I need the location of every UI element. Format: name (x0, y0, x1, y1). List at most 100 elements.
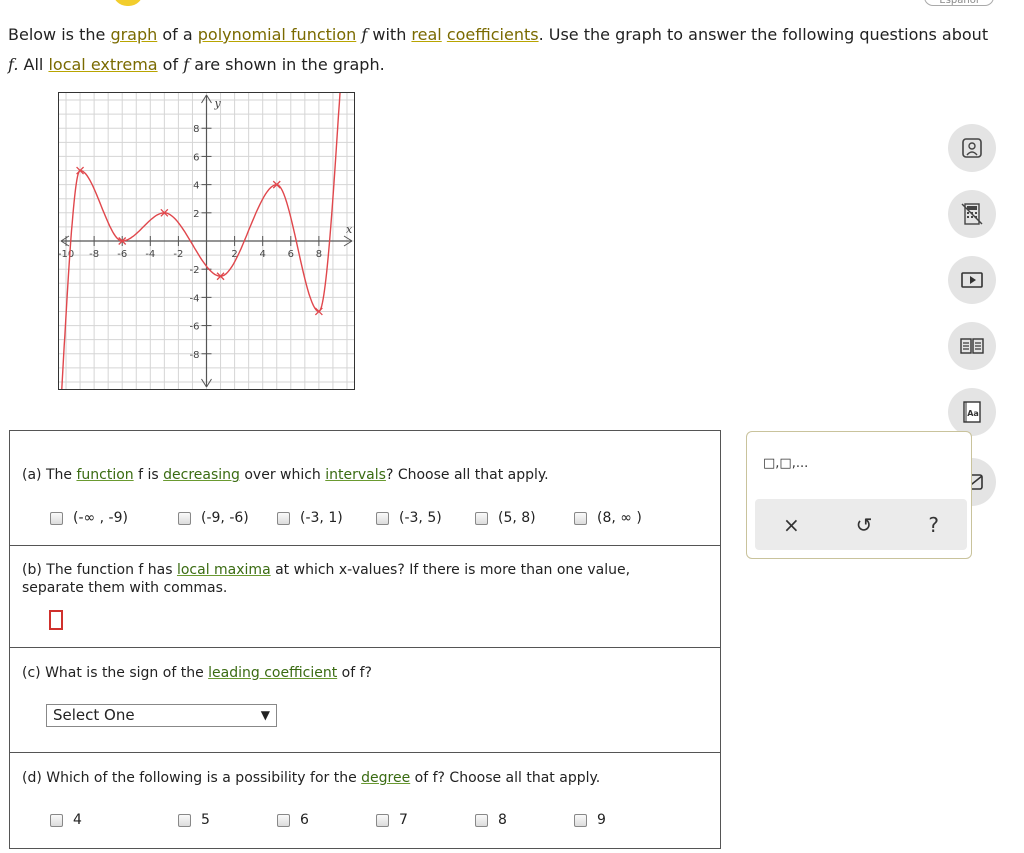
glossary-link-local-maxima[interactable]: local maxima (177, 562, 271, 578)
glossary-link-coefficients[interactable]: coefficients (447, 25, 539, 44)
checkbox[interactable] (277, 813, 290, 827)
option-a-4[interactable]: (-3, 5) (376, 510, 442, 526)
textbook-icon (960, 338, 984, 354)
interval-list-template-button[interactable]: □,□,... (763, 456, 808, 471)
option-label: (-9, -6) (201, 510, 249, 526)
glossary-link-real[interactable]: real (411, 25, 441, 44)
option-a-2[interactable]: (-9, -6) (178, 510, 249, 526)
glossary-link-local-extrema[interactable]: local extrema (48, 55, 157, 74)
glossary-link-polynomial-function[interactable]: polynomial function (198, 25, 357, 44)
option-a-5[interactable]: (5, 8) (475, 510, 536, 526)
select-value: Select One (53, 706, 135, 724)
undo-button[interactable]: ↺ (856, 513, 873, 537)
dropdown-arrow-icon[interactable]: ▼ (261, 705, 270, 726)
question-text: (d) Which of the following is a possibil… (22, 770, 362, 786)
language-toggle[interactable]: Español (924, 0, 994, 6)
glossary-button[interactable]: Aa (948, 388, 996, 436)
option-a-6[interactable]: (8, ∞ ) (574, 510, 642, 526)
questions-container: (a) The function f is decreasing over wh… (9, 430, 721, 849)
question-text: (c) What is the sign of the (22, 665, 209, 681)
question-c: (c) What is the sign of the leading coef… (10, 648, 720, 753)
glossary-link-leading-coefficient[interactable]: leading coefficient (208, 665, 337, 681)
checkbox[interactable] (277, 511, 290, 525)
checkbox[interactable] (376, 813, 389, 827)
y-tick-label: 8 (193, 124, 199, 135)
video-icon (961, 272, 983, 288)
y-tick-label: -8 (190, 350, 200, 361)
y-tick-label: 6 (193, 152, 199, 163)
checkbox[interactable] (178, 813, 191, 827)
checkbox[interactable] (178, 511, 191, 525)
glossary-link-function[interactable]: function (76, 467, 133, 483)
question-text: of f? Choose all that apply. (410, 770, 601, 786)
question-b: (b) The function f has local maxima at w… (10, 546, 720, 648)
prompt-text: All (18, 55, 49, 74)
question-text: (a) The (22, 467, 77, 483)
prompt-text: of (157, 55, 184, 74)
option-d-2[interactable]: 5 (178, 812, 210, 828)
prompt-text: of a (157, 25, 198, 44)
option-label: 4 (73, 812, 82, 828)
checkbox[interactable] (475, 511, 488, 525)
question-c-text: (c) What is the sign of the leading coef… (22, 664, 372, 682)
y-tick-label: 4 (193, 181, 199, 192)
option-label: (-∞ , -9) (73, 510, 128, 526)
option-a-3[interactable]: (-3, 1) (277, 510, 343, 526)
checkbox[interactable] (50, 511, 63, 525)
y-axis-label: y (214, 97, 222, 110)
help-me-solve-button[interactable] (948, 124, 996, 172)
question-text: of f? (337, 665, 372, 681)
help-button[interactable]: ? (928, 513, 939, 537)
graph-canvas: -10 -8 -6 -4 -2 2 4 6 88642-2-4-6-8xy (59, 93, 354, 389)
checkbox[interactable] (574, 813, 587, 827)
option-label: 5 (201, 812, 210, 828)
x-tick-label: -4 (145, 249, 155, 260)
option-label: (5, 8) (498, 510, 536, 526)
prompt-text: . Use the graph to answer the following … (538, 25, 989, 44)
glossary-link-degree[interactable]: degree (361, 770, 410, 786)
help-me-solve-icon (962, 138, 982, 158)
question-d: (d) Which of the following is a possibil… (10, 753, 720, 850)
option-label: (-3, 5) (399, 510, 442, 526)
question-d-text: (d) Which of the following is a possibil… (22, 769, 600, 787)
question-text: f is (133, 467, 164, 483)
leading-coefficient-select[interactable]: Select One ▼ (46, 704, 277, 727)
glossary-link-decreasing[interactable]: decreasing (163, 467, 240, 483)
checkbox[interactable] (574, 511, 587, 525)
option-label: 6 (300, 812, 309, 828)
prompt-text: with (367, 25, 412, 44)
option-a-1[interactable]: (-∞ , -9) (50, 510, 128, 526)
glossary-link-intervals[interactable]: intervals (325, 467, 386, 483)
video-button[interactable] (948, 256, 996, 304)
question-text: over which (239, 467, 326, 483)
question-a: (a) The function f is decreasing over wh… (10, 431, 720, 546)
x-tick-label: 6 (288, 249, 294, 260)
option-d-1[interactable]: 4 (50, 812, 82, 828)
option-d-6[interactable]: 9 (574, 812, 606, 828)
option-d-5[interactable]: 8 (475, 812, 507, 828)
question-a-text: (a) The function f is decreasing over wh… (22, 466, 549, 484)
y-tick-label: -2 (190, 265, 200, 276)
x-tick-label: -8 (89, 249, 99, 260)
x-tick-label: -6 (117, 249, 127, 260)
checkbox[interactable] (475, 813, 488, 827)
checkbox[interactable] (376, 511, 389, 525)
glossary-link-graph[interactable]: graph (110, 25, 157, 44)
calculator-button[interactable] (948, 190, 996, 238)
local-maxima-answer-input[interactable] (49, 610, 63, 630)
textbook-button[interactable] (948, 322, 996, 370)
function-symbol: f. (8, 55, 19, 74)
option-label: 9 (597, 812, 606, 828)
question-text: separate them with commas. (22, 580, 228, 596)
answer-action-bar: × ↺ ? (755, 499, 967, 550)
y-tick-label: -6 (190, 322, 200, 333)
clear-button[interactable]: × (783, 513, 800, 537)
option-d-4[interactable]: 7 (376, 812, 408, 828)
option-d-3[interactable]: 6 (277, 812, 309, 828)
svg-text:Aa: Aa (967, 409, 979, 418)
checkbox[interactable] (50, 813, 63, 827)
x-tick-label: 8 (316, 249, 322, 260)
question-text: at which x-values? If there is more than… (270, 562, 631, 578)
x-axis-label: x (346, 223, 353, 236)
question-b-text: (b) The function f has local maxima at w… (22, 561, 630, 597)
